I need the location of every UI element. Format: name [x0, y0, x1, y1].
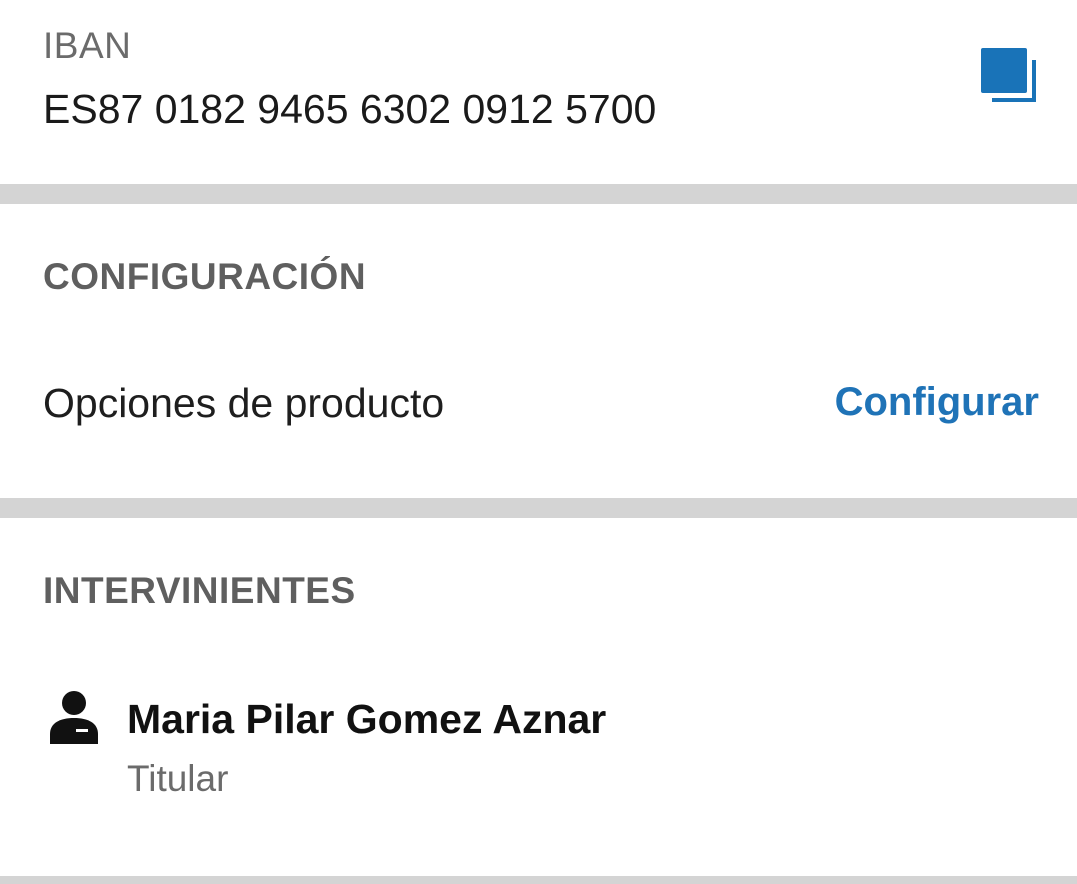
person-icon	[48, 690, 100, 746]
copy-iban-button[interactable]	[976, 44, 1040, 106]
account-detail-page: IBAN ES87 0182 9465 6302 0912 5700 CONFI…	[0, 0, 1077, 884]
product-options-label: Opciones de producto	[43, 380, 445, 426]
configuration-section: CONFIGURACIÓN Opciones de producto Confi…	[0, 204, 1077, 498]
section-divider	[0, 876, 1077, 884]
configure-link[interactable]: Configurar	[835, 380, 1039, 425]
configuration-heading: CONFIGURACIÓN	[43, 256, 367, 297]
participant-row[interactable]: Maria Pilar Gomez Aznar Titular	[0, 678, 1077, 808]
section-divider	[0, 498, 1077, 518]
participants-section: INTERVINIENTES Maria Pilar Gomez Aznar T…	[0, 518, 1077, 876]
participants-heading: INTERVINIENTES	[43, 570, 356, 611]
section-divider	[0, 184, 1077, 204]
participant-role: Titular	[127, 758, 229, 799]
iban-section: IBAN ES87 0182 9465 6302 0912 5700	[0, 0, 1077, 184]
participant-name: Maria Pilar Gomez Aznar	[127, 696, 607, 742]
iban-value: ES87 0182 9465 6302 0912 5700	[43, 86, 657, 132]
product-options-row: Opciones de producto Configurar	[0, 364, 1077, 444]
copy-icon	[981, 48, 1036, 102]
iban-label: IBAN	[43, 25, 132, 66]
